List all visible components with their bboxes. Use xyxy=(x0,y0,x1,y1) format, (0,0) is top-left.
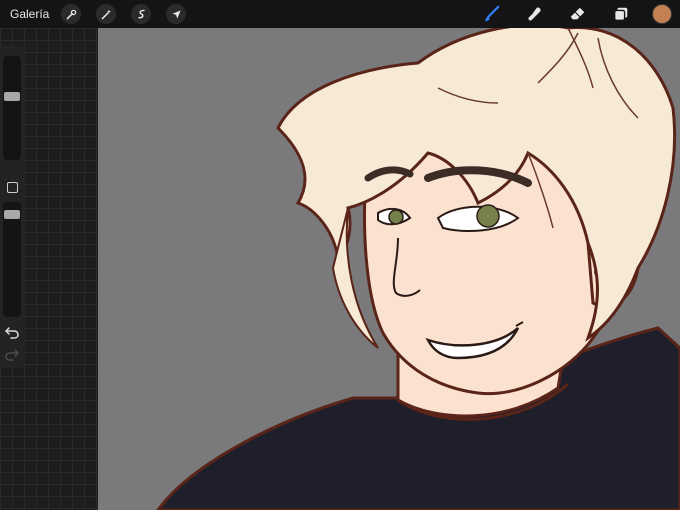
transform-button[interactable] xyxy=(166,4,187,24)
selection-button[interactable] xyxy=(131,4,152,24)
top-toolbar: Galería xyxy=(0,0,680,28)
opacity-thumb[interactable] xyxy=(4,210,20,219)
right-tool-group xyxy=(461,0,672,28)
color-picker-button[interactable] xyxy=(652,4,672,24)
brush-icon xyxy=(484,5,500,22)
transform-icon xyxy=(172,9,181,19)
eraser-icon xyxy=(570,7,585,20)
smudge-button[interactable] xyxy=(523,2,547,26)
gallery-button[interactable]: Galería xyxy=(10,7,49,21)
brush-size-slider[interactable] xyxy=(3,56,21,160)
actions-icon xyxy=(66,9,77,19)
layers-button[interactable] xyxy=(609,2,633,26)
undo-icon xyxy=(4,327,19,339)
brush-button[interactable] xyxy=(480,2,504,26)
left-sidebar xyxy=(0,46,25,368)
adjustments-button[interactable] xyxy=(96,4,117,24)
opacity-slider[interactable] xyxy=(3,202,21,317)
redo-button[interactable] xyxy=(4,346,20,362)
brush-size-thumb[interactable] xyxy=(4,92,20,101)
layers-icon xyxy=(614,7,628,21)
drawing-canvas[interactable] xyxy=(98,28,680,510)
smudge-icon xyxy=(528,7,541,21)
actions-button[interactable] xyxy=(61,4,82,24)
portrait-artwork xyxy=(156,28,680,510)
undo-button[interactable] xyxy=(4,324,20,340)
adjustments-icon xyxy=(101,9,111,19)
redo-icon xyxy=(5,349,20,361)
selection-icon xyxy=(138,9,145,18)
eraser-button[interactable] xyxy=(566,2,590,26)
modify-button[interactable] xyxy=(7,182,18,193)
